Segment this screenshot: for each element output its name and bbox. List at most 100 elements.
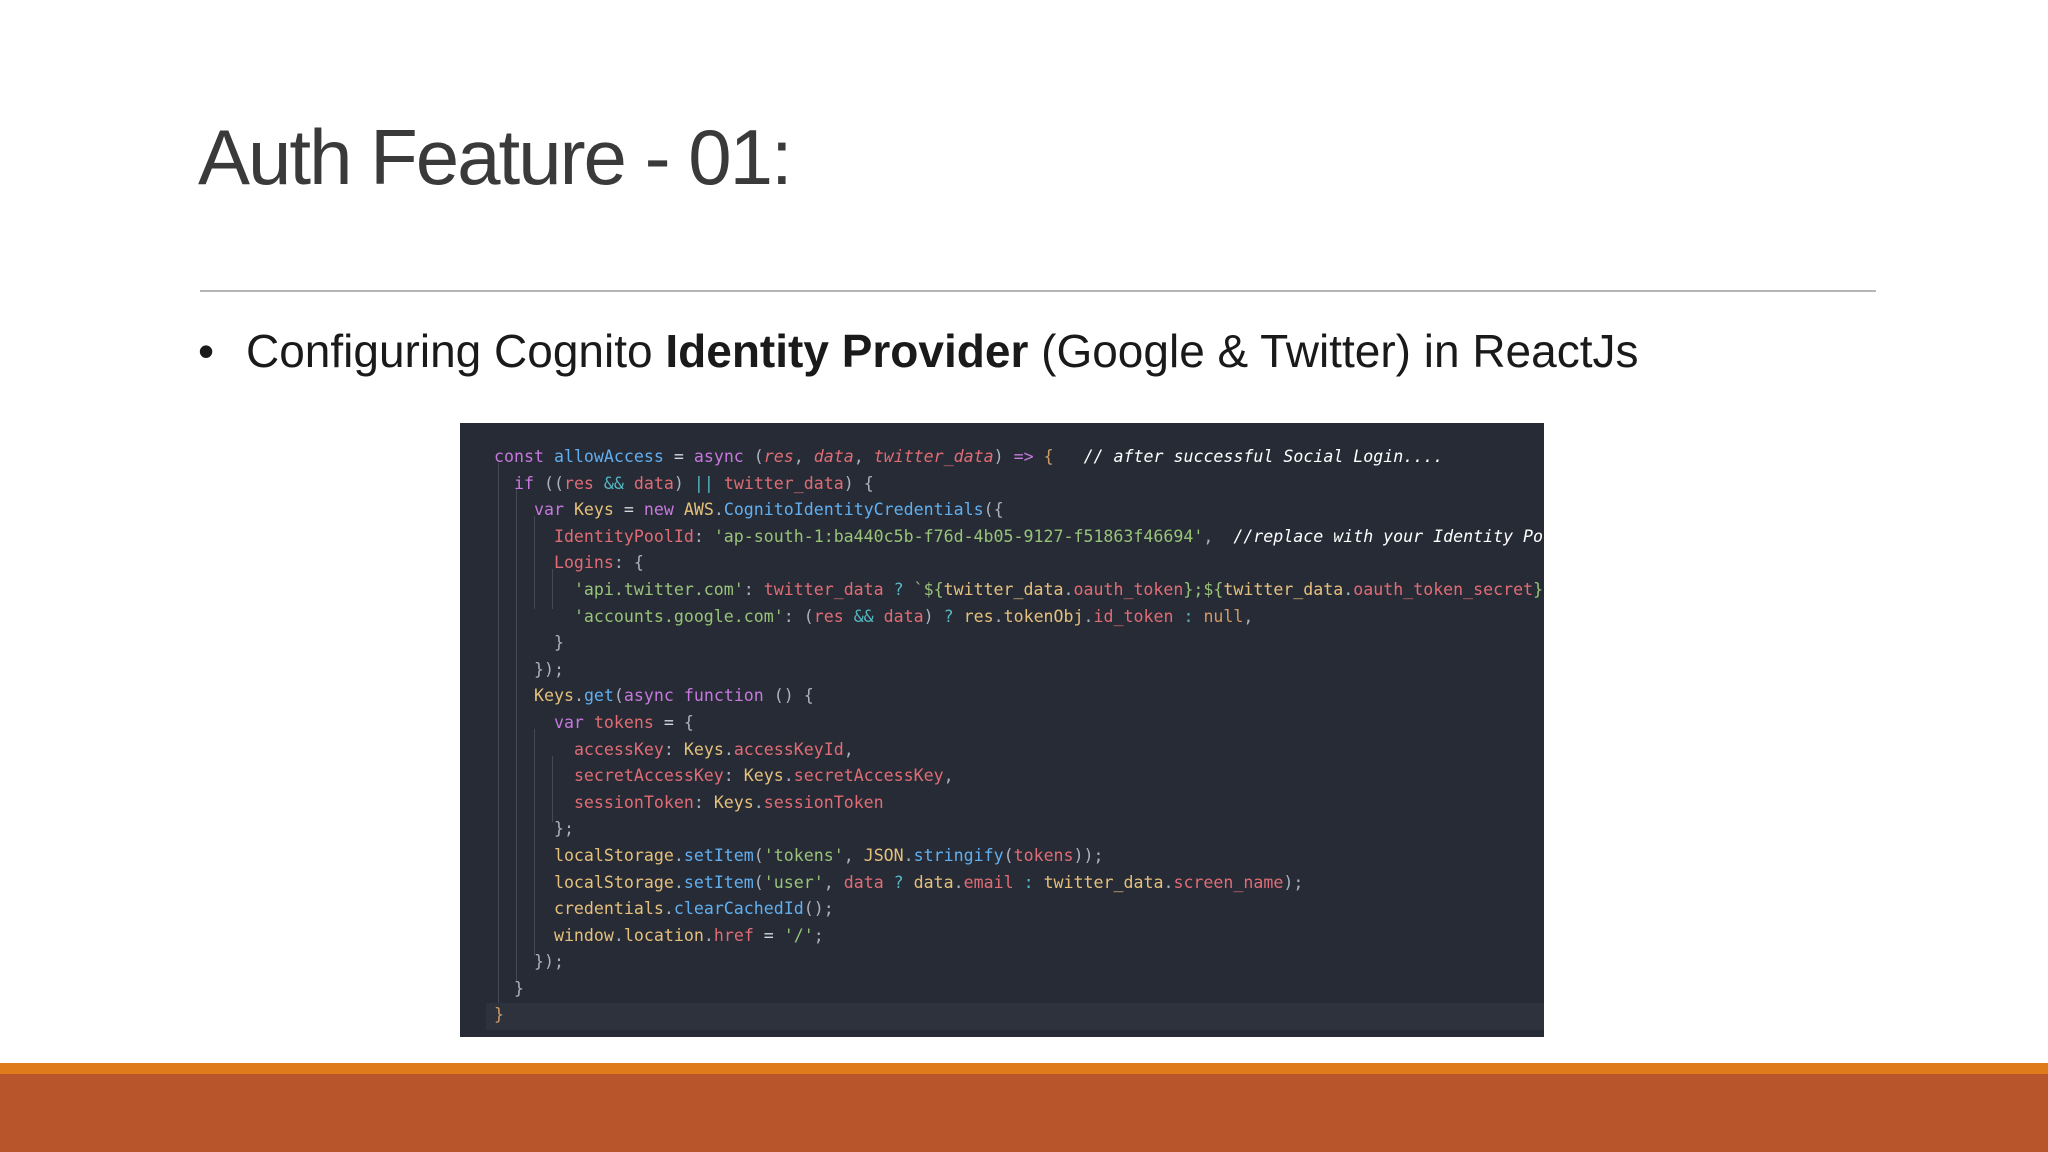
code-token: :: [1183, 606, 1204, 626]
code-token: .: [703, 925, 714, 945]
code-token: ;: [813, 925, 824, 945]
code-token: .: [673, 845, 684, 865]
bullet-marker: •: [198, 325, 215, 377]
code-token: `${: [913, 579, 944, 599]
code-line: accessKey: Keys.accessKeyId,: [494, 737, 1544, 764]
code-token: :: [1023, 872, 1044, 892]
code-token: .: [573, 686, 584, 706]
code-token: res: [563, 473, 604, 493]
code-token: ,: [793, 447, 814, 466]
code-token: secretAccessKey: [793, 766, 944, 786]
code-token: secretAccessKey: [573, 766, 724, 786]
code-token: .: [783, 766, 794, 786]
code-token: : {: [613, 553, 644, 573]
code-token: ();: [803, 899, 834, 919]
code-token: null: [1203, 606, 1244, 626]
code-token: location: [623, 925, 704, 945]
code-token: }`: [1533, 579, 1544, 599]
code-token: ({: [983, 500, 1004, 520]
code-token: tokens: [593, 712, 664, 732]
code-token: 'accounts.google.com': [573, 606, 784, 626]
code-token: var: [533, 500, 574, 520]
code-token: data: [883, 606, 924, 626]
code-line: sessionToken: Keys.sessionToken: [494, 790, 1544, 817]
code-token: ,: [823, 872, 844, 892]
code-token: :: [693, 526, 714, 546]
code-token: twitter_data: [763, 579, 894, 599]
code-token: data: [633, 473, 674, 493]
code-token: .: [613, 925, 624, 945]
code-token: ));: [1073, 845, 1104, 865]
code-screenshot: const allowAccess = async (res, data, tw…: [460, 423, 1544, 1037]
code-line: }: [494, 1002, 1544, 1029]
code-token: :: [693, 792, 714, 812]
code-token: JSON: [863, 845, 904, 865]
code-token: Keys: [713, 792, 754, 812]
code-token: oauth_token_secret: [1353, 579, 1534, 599]
code-token: ,: [1243, 606, 1254, 626]
code-token: ,: [853, 447, 874, 466]
code-line: var Keys = new AWS.CognitoIdentityCreden…: [494, 497, 1544, 524]
code-token: ): [993, 447, 1014, 466]
code-token: : (: [783, 606, 814, 626]
code-token: twitter_data: [1043, 872, 1164, 892]
code-token: ?: [893, 872, 914, 892]
code-token: 'tokens': [763, 845, 844, 865]
code-token: &&: [853, 606, 884, 626]
code-token: ||: [693, 473, 724, 493]
code-token: };${: [1183, 579, 1224, 599]
code-token: .: [713, 500, 724, 520]
code-token: accessKeyId: [733, 739, 844, 759]
code-token: Keys: [533, 686, 574, 706]
code-token: .: [663, 899, 674, 919]
code-token: twitter_data: [1223, 579, 1344, 599]
code-token: :: [663, 739, 684, 759]
code-token: twitter_data: [873, 447, 994, 466]
bullet-text-after: (Google & Twitter) in ReactJs: [1028, 325, 1639, 377]
code-block: const allowAccess = async (res, data, tw…: [494, 444, 1544, 1029]
code-token: .: [753, 792, 764, 812]
code-token: setItem: [683, 845, 754, 865]
code-token: .: [993, 606, 1004, 626]
code-token: () {: [773, 686, 814, 706]
code-token: var: [553, 712, 594, 732]
code-token: AWS: [683, 500, 714, 520]
code-line: Keys.get(async function () {: [494, 683, 1544, 710]
code-token: get: [583, 686, 614, 706]
code-token: .: [673, 872, 684, 892]
code-token: localStorage: [553, 872, 674, 892]
code-token: .: [1083, 606, 1094, 626]
code-token: data: [913, 872, 954, 892]
code-line: 'accounts.google.com': (res && data) ? r…: [494, 604, 1544, 631]
code-token: async: [693, 447, 754, 466]
code-token: }: [553, 633, 564, 653]
code-token: ): [673, 473, 694, 493]
code-token: tokens: [1013, 845, 1074, 865]
slide-title: Auth Feature - 01:: [198, 113, 793, 201]
code-line: }: [494, 630, 1544, 657]
code-token: tokenObj: [1003, 606, 1084, 626]
code-token: .: [1063, 579, 1074, 599]
code-token: }: [513, 978, 524, 998]
code-token: =: [663, 712, 684, 732]
code-token: Keys: [573, 500, 624, 520]
code-token: email: [963, 872, 1024, 892]
code-line: 'api.twitter.com': twitter_data ? `${twi…: [494, 577, 1544, 604]
code-token: });: [533, 952, 564, 972]
code-line: if ((res && data) || twitter_data) {: [494, 471, 1544, 498]
code-token: .: [903, 845, 914, 865]
code-token: :: [723, 766, 744, 786]
code-token: (: [753, 447, 764, 466]
code-token: {: [1043, 447, 1054, 466]
